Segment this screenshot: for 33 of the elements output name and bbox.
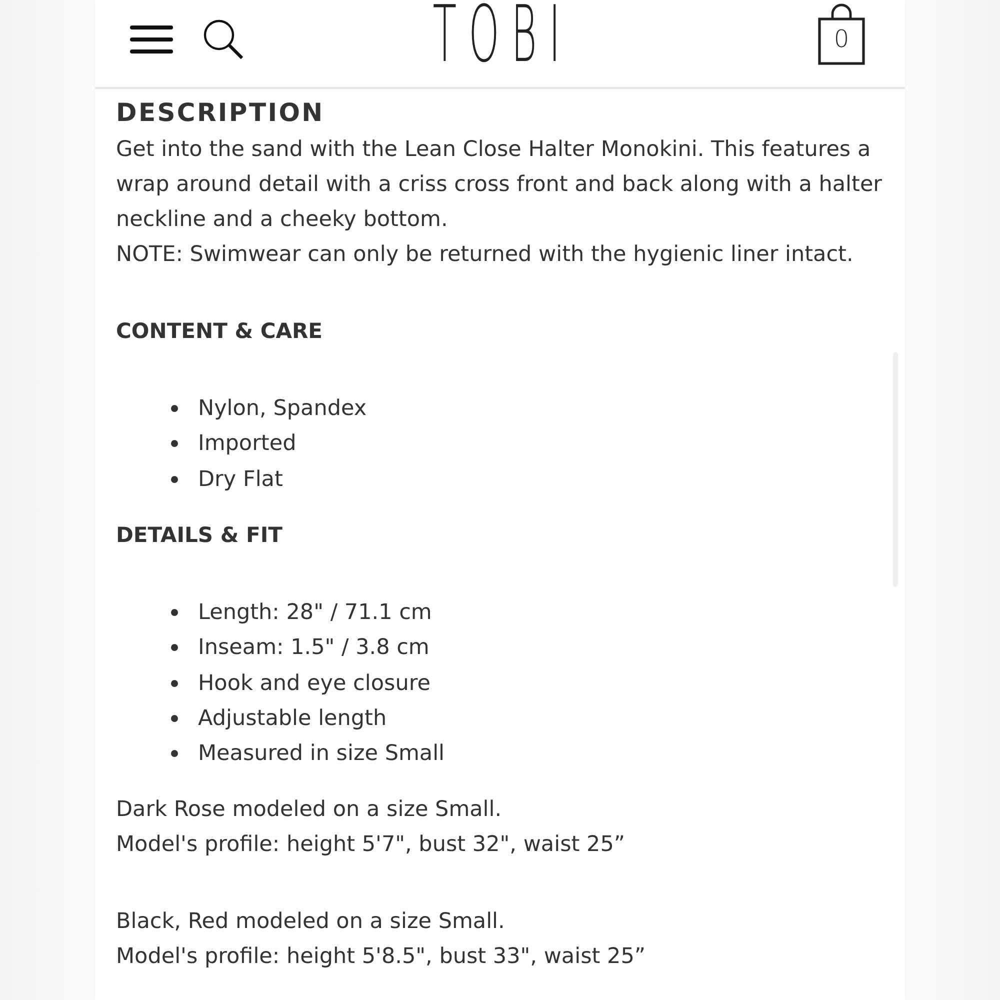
shopping-bag-icon bbox=[818, 2, 865, 65]
bullet-icon bbox=[171, 680, 178, 687]
model-note-text: Black, Red modeled on a size Small. bbox=[116, 908, 505, 936]
bullet-icon bbox=[171, 440, 178, 448]
bullet-icon bbox=[171, 476, 178, 483]
list-item-text: Inseam: 1.5" / 3.8 cm bbox=[198, 634, 430, 662]
list-item-text: Measured in size Small bbox=[198, 740, 445, 768]
description-text: NOTE: Swimwear can only be returned with the hygienic liner intact. bbox=[116, 241, 854, 269]
menu-icon bbox=[130, 25, 173, 54]
brand-logo[interactable]: TOBI bbox=[433, 2, 573, 66]
cart-count: 0 bbox=[834, 27, 850, 51]
list-item-text: Imported bbox=[198, 430, 296, 458]
model-note-text: Dark Rose modeled on a size Small. bbox=[116, 796, 502, 824]
list-item-text: Dry Flat bbox=[198, 466, 283, 494]
bullet-icon bbox=[171, 750, 178, 758]
bullet-icon bbox=[171, 609, 178, 616]
menu-button[interactable] bbox=[130, 25, 173, 54]
bullet-icon bbox=[171, 405, 178, 412]
description-text: Get into the sand with the Lean Close Halter Monokini. This features a wrap around detail with a criss cross front and back along with a halter neckline and a cheeky bottom. bbox=[116, 136, 884, 234]
model-note-text: Model's profile: height 5'7", bust 32", waist 25” bbox=[116, 831, 626, 860]
section-heading: CONTENT & CARE bbox=[116, 318, 323, 345]
list-item-text: Hook and eye closure bbox=[198, 670, 430, 698]
list-item-text: Length: 28" / 71.1 cm bbox=[198, 599, 432, 628]
search-icon bbox=[203, 19, 244, 60]
list-item-text: Adjustable length bbox=[198, 704, 387, 733]
bullet-icon bbox=[171, 714, 178, 722]
section-heading: DETAILS & FIT bbox=[116, 522, 282, 549]
bullet-icon bbox=[171, 644, 178, 652]
search-button[interactable] bbox=[203, 19, 244, 60]
cart-button[interactable]: 0 bbox=[818, 2, 865, 65]
section-heading: DESCRIPTION bbox=[116, 97, 324, 129]
list-item-text: Nylon, Spandex bbox=[198, 395, 367, 424]
model-note-text: Model's profile: height 5'8.5", bust 33", waist 25” bbox=[116, 943, 646, 972]
